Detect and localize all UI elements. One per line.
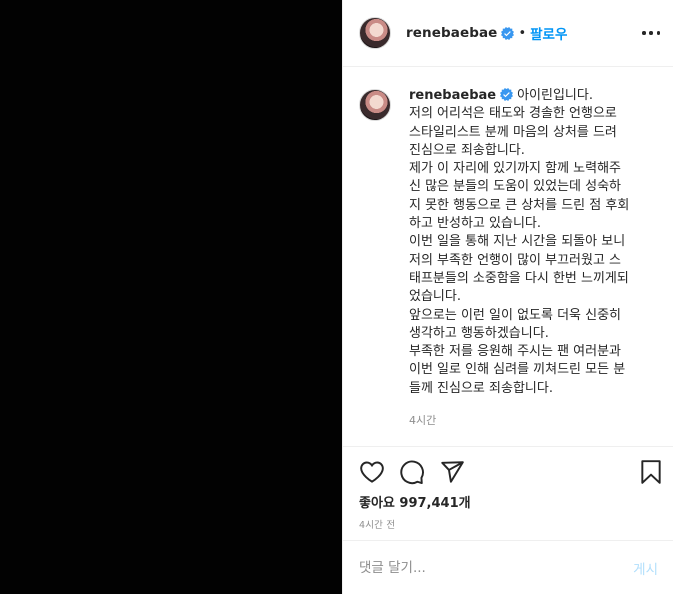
likes-count[interactable]: 좋아요 997,441개	[359, 492, 471, 511]
caption-username[interactable]: renebaebae	[409, 88, 496, 103]
caption-line: 아이린입니다.	[517, 88, 593, 103]
share-icon[interactable]	[439, 459, 465, 485]
post-header: renebaebae • 팔로우	[343, 0, 673, 67]
caption-line: 태프분들의 소중함을 다시 한번 느끼게되	[409, 270, 629, 286]
comment-bar: 게시	[343, 540, 673, 594]
caption-timestamp[interactable]: 4시간	[409, 412, 665, 430]
comment-icon[interactable]	[399, 459, 425, 485]
verified-badge-icon	[500, 88, 514, 101]
caption-line: 었습니다.	[409, 289, 461, 305]
comment-input[interactable]	[359, 559, 634, 576]
caption-line: 지 못한 행동으로 큰 상처를 드린 점 후회	[409, 197, 630, 213]
caption-body: renebaebae 아이린입니다. 저의 어리석은 태도와 경솔한 언행으로 스…	[409, 87, 665, 430]
post-side-panel: renebaebae • 팔로우 renebaebae 아이린입니다. 저의 어리…	[342, 0, 673, 594]
post-timestamp[interactable]: 4시간 전	[359, 517, 395, 531]
caption-line: 앞으로는 이런 일이 없도록 더욱 신중히	[409, 307, 622, 323]
caption-line: 하고 반성하고 있습니다.	[409, 216, 541, 232]
bookmark-icon[interactable]	[638, 459, 664, 485]
post-caption: renebaebae 아이린입니다. 저의 어리석은 태도와 경솔한 언행으로 스…	[359, 87, 665, 430]
caption-line: 이번 일로 인해 심려를 끼쳐드린 모든 분	[409, 362, 626, 378]
caption-line: 생각하고 행동하겠습니다.	[409, 325, 549, 341]
post-comment-button[interactable]: 게시	[633, 558, 658, 578]
instagram-post-view: renebaebae • 팔로우 renebaebae 아이린입니다. 저의 어리…	[0, 0, 673, 594]
caption-line: 부족한 저를 응원해 주시는 팬 여러분과	[409, 344, 622, 360]
caption-line: 스타일리스트 분께 마음의 상처를 드려	[409, 124, 617, 140]
more-options-icon[interactable]	[642, 25, 660, 41]
action-bar	[343, 446, 673, 498]
header-username[interactable]: renebaebae	[406, 25, 497, 41]
avatar[interactable]	[359, 17, 391, 49]
verified-badge-icon	[501, 26, 515, 40]
caption-line: 저의 어리석은 태도와 경솔한 언행으로	[409, 106, 617, 122]
follow-button[interactable]: 팔로우	[530, 23, 567, 43]
caption-line: 신 많은 분들의 도움이 있었는데 성숙하	[409, 179, 622, 195]
caption-first-line: renebaebae 아이린입니다.	[409, 87, 665, 105]
caption-line: 제가 이 자리에 있기까지 함께 노력해주	[409, 161, 622, 177]
caption-line: 저의 부족한 언행이 많이 부끄러웠고 스	[409, 252, 622, 268]
caption-line: 들께 진심으로 죄송합니다.	[409, 380, 553, 396]
header-separator: •	[518, 25, 527, 41]
caption-line: 진심으로 죄송합니다.	[409, 142, 525, 158]
caption-line: 이번 일을 통해 지난 시간을 되돌아 보니	[409, 234, 626, 250]
caption-avatar[interactable]	[359, 89, 391, 121]
post-image[interactable]	[0, 0, 342, 594]
heart-icon[interactable]	[359, 459, 385, 485]
